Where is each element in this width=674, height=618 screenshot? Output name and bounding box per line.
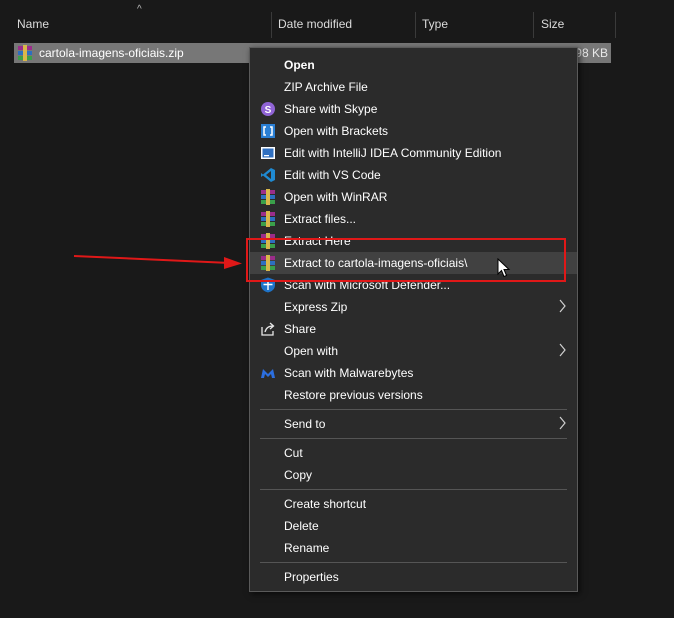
skype-icon: S xyxy=(261,102,275,116)
menu-item-label: Extract files... xyxy=(284,212,357,226)
menu-item-copy[interactable]: Copy xyxy=(250,464,577,486)
share-icon xyxy=(261,322,275,336)
menu-item-send-to[interactable]: Send to xyxy=(250,413,577,435)
menu-item-label: Restore previous versions xyxy=(284,388,423,402)
intellij-icon xyxy=(261,147,275,159)
malwarebytes-icon xyxy=(261,369,275,378)
menu-item-label: Create shortcut xyxy=(284,497,367,511)
svg-text:S: S xyxy=(265,105,272,116)
menu-item-label: Edit with IntelliJ IDEA Community Editio… xyxy=(284,146,502,160)
winrar-extract-icon xyxy=(261,211,275,227)
winrar-archive-icon xyxy=(18,45,32,61)
mouse-cursor-icon xyxy=(497,258,511,278)
menu-separator xyxy=(260,409,567,410)
menu-item-label: Open xyxy=(284,58,315,72)
winrar-icon xyxy=(261,189,275,205)
menu-item-cut[interactable]: Cut xyxy=(250,442,577,464)
menu-item-extract-files[interactable]: Extract files... xyxy=(250,208,577,230)
menu-item-open-with[interactable]: Open with xyxy=(250,340,577,362)
menu-item-delete[interactable]: Delete xyxy=(250,515,577,537)
menu-item-share[interactable]: Share xyxy=(250,318,577,340)
menu-item-label: Scan with Malwarebytes xyxy=(284,366,414,380)
column-header-type[interactable]: Type xyxy=(422,17,448,31)
menu-item-open-with-winrar[interactable]: Open with WinRAR xyxy=(250,186,577,208)
menu-item-label: Properties xyxy=(284,570,339,584)
menu-item-label: ZIP Archive File xyxy=(284,80,368,94)
chevron-right-icon xyxy=(559,299,566,313)
menu-item-label: Express Zip xyxy=(284,300,348,314)
menu-item-label: Open with Brackets xyxy=(284,124,389,138)
annotation-arrow-icon xyxy=(73,255,242,269)
column-divider[interactable] xyxy=(533,12,534,38)
column-header-date-modified[interactable]: Date modified xyxy=(278,17,352,31)
menu-item-open-with-brackets[interactable]: Open with Brackets xyxy=(250,120,577,142)
menu-item-create-shortcut[interactable]: Create shortcut xyxy=(250,493,577,515)
sort-ascending-icon: ^ xyxy=(137,4,142,15)
menu-item-label: Edit with VS Code xyxy=(284,168,381,182)
menu-separator xyxy=(260,562,567,563)
menu-item-properties[interactable]: Properties xyxy=(250,566,577,588)
menu-item-express-zip[interactable]: Express Zip xyxy=(250,296,577,318)
brackets-icon xyxy=(261,124,275,138)
column-header-name[interactable]: Name xyxy=(17,17,49,31)
context-menu: Open ZIP Archive File S Share with Skype… xyxy=(249,47,578,592)
vscode-icon xyxy=(261,168,275,182)
menu-separator xyxy=(260,489,567,490)
menu-separator xyxy=(260,438,567,439)
column-header-size[interactable]: Size xyxy=(541,17,564,31)
menu-item-label: Cut xyxy=(284,446,303,460)
menu-item-label: Delete xyxy=(284,519,319,533)
menu-item-zip-archive-file[interactable]: ZIP Archive File xyxy=(250,76,577,98)
file-size: 98 KB xyxy=(575,46,608,60)
annotation-highlight-box xyxy=(246,238,566,282)
chevron-right-icon xyxy=(559,343,566,357)
column-divider[interactable] xyxy=(615,12,616,38)
menu-item-label: Send to xyxy=(284,417,326,431)
menu-item-open[interactable]: Open xyxy=(250,54,577,76)
menu-item-label: Rename xyxy=(284,541,330,555)
column-divider[interactable] xyxy=(415,12,416,38)
menu-item-label: Copy xyxy=(284,468,313,482)
menu-item-label: Open with xyxy=(284,344,339,358)
menu-item-scan-with-malwarebytes[interactable]: Scan with Malwarebytes xyxy=(250,362,577,384)
menu-item-rename[interactable]: Rename xyxy=(250,537,577,559)
menu-item-edit-with-intellij[interactable]: Edit with IntelliJ IDEA Community Editio… xyxy=(250,142,577,164)
menu-item-restore-previous-versions[interactable]: Restore previous versions xyxy=(250,384,577,406)
file-list-header: ^ Name Date modified Type Size xyxy=(0,0,674,38)
menu-item-label: Open with WinRAR xyxy=(284,190,388,204)
menu-item-label: Share xyxy=(284,322,317,336)
file-name: cartola-imagens-oficiais.zip xyxy=(39,46,184,60)
column-divider[interactable] xyxy=(271,12,272,38)
menu-item-share-with-skype[interactable]: S Share with Skype xyxy=(250,98,577,120)
chevron-right-icon xyxy=(559,416,566,430)
menu-item-edit-with-vs-code[interactable]: Edit with VS Code xyxy=(250,164,577,186)
menu-item-label: Share with Skype xyxy=(284,102,378,116)
